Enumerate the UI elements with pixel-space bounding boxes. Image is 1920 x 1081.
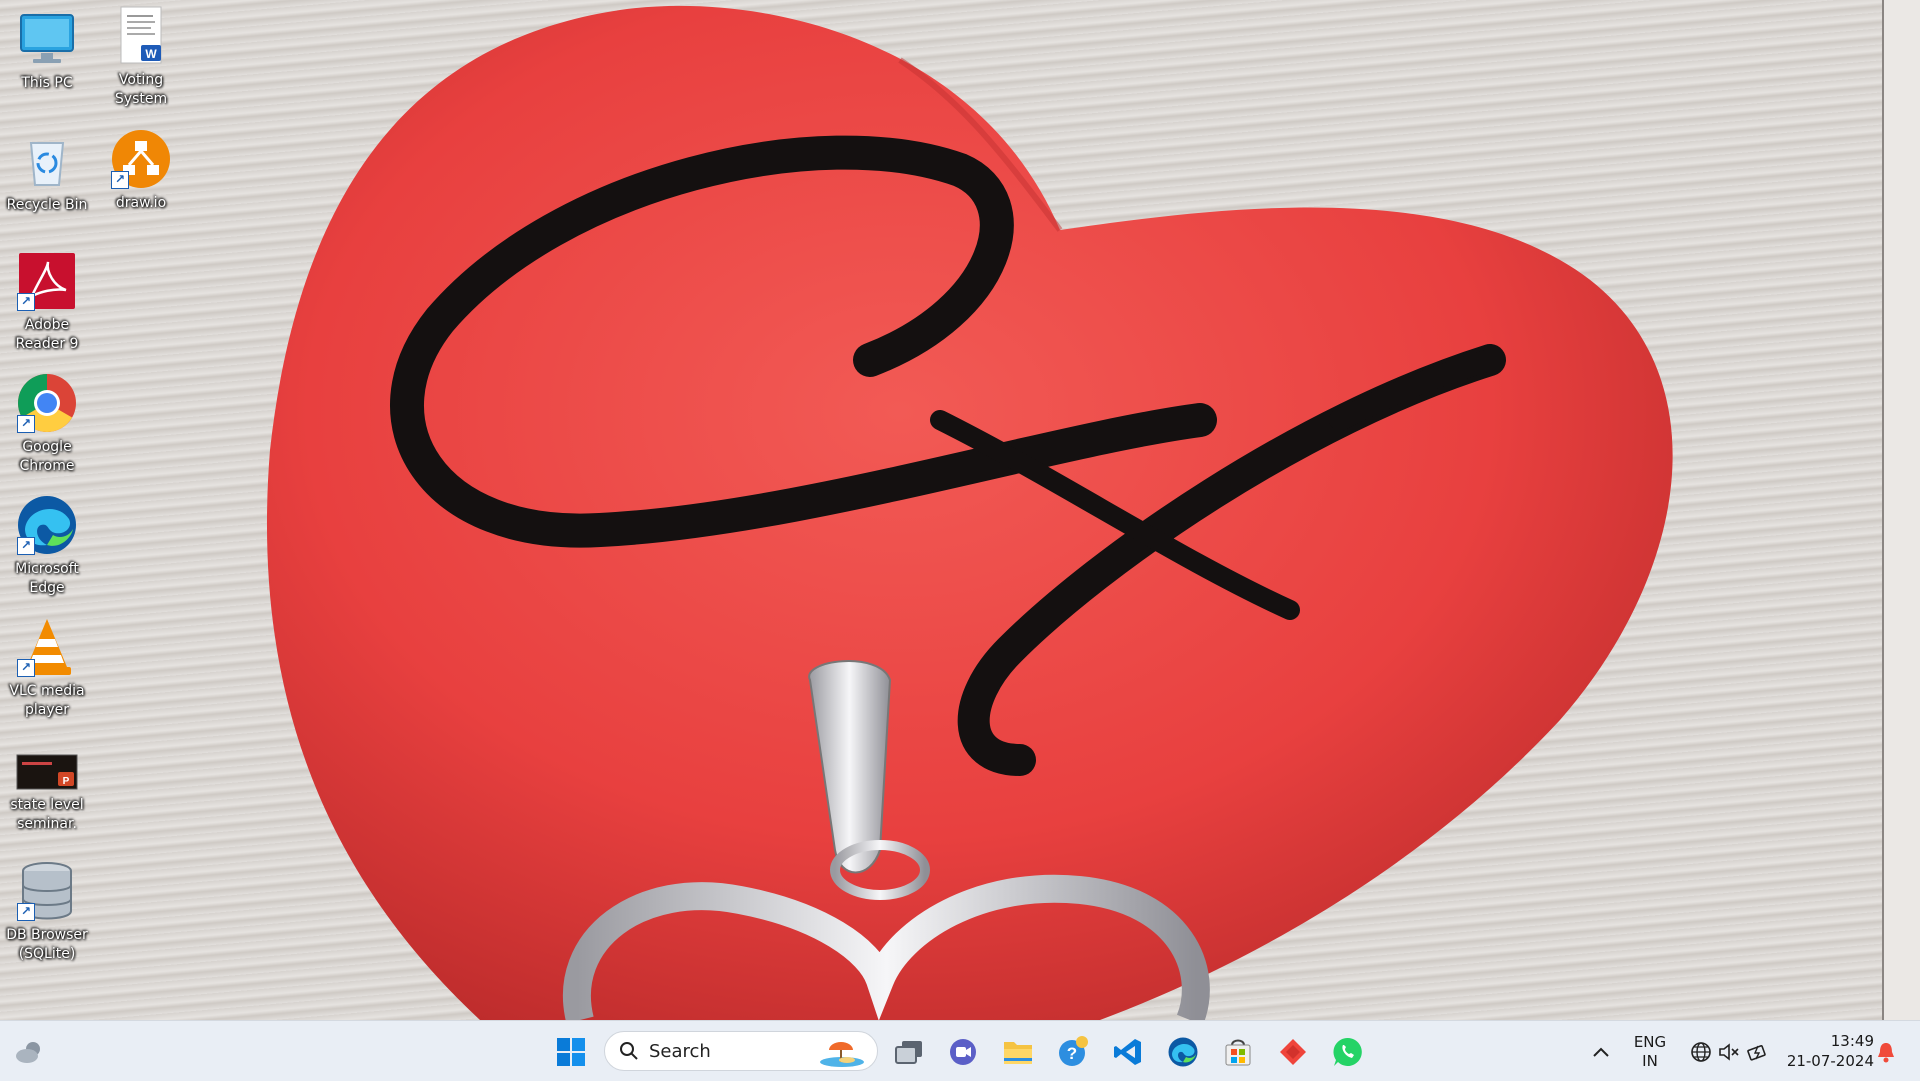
powerpoint-file-icon: P (16, 752, 78, 792)
search-placeholder: Search (649, 1040, 711, 1062)
battery-charging-icon (1747, 1045, 1766, 1061)
file-explorer-button[interactable] (997, 1031, 1039, 1073)
desktop-icon-label: draw.io (115, 195, 167, 211)
edge-taskbar-button[interactable] (1162, 1031, 1204, 1073)
desktop-icon-google-chrome[interactable]: ↗ Google Chrome (1, 372, 93, 476)
teams-chat-button[interactable] (942, 1031, 984, 1073)
svg-text:W: W (145, 47, 157, 61)
region-label: IN (1642, 1052, 1658, 1070)
weather-cloud-icon (16, 1042, 40, 1063)
edge-icon (1168, 1037, 1198, 1067)
word-document-icon: W (110, 5, 172, 67)
task-view-icon (895, 1041, 922, 1064)
task-view-button[interactable] (888, 1031, 930, 1073)
vscode-icon (1114, 1039, 1141, 1065)
network-globe-icon (1691, 1042, 1711, 1062)
shortcut-arrow-icon: ↗ (111, 171, 129, 189)
notification-center-button[interactable] (1866, 1031, 1906, 1073)
desktop-icon-vlc[interactable]: ↗ VLC media player (1, 616, 93, 720)
language-label: ENG (1633, 1033, 1667, 1051)
input-language-indicator[interactable]: ENG IN (1628, 1033, 1672, 1071)
desktop-icon-label: Microsoft Edge (15, 561, 79, 596)
get-help-button[interactable]: ? (1052, 1031, 1094, 1073)
chrome-icon: ↗ (16, 372, 78, 434)
show-hidden-icons-button[interactable] (1580, 1031, 1622, 1073)
teams-chat-icon (950, 1039, 976, 1065)
anydesk-icon (1280, 1039, 1306, 1065)
whatsapp-icon (1333, 1037, 1362, 1066)
shortcut-arrow-icon: ↗ (17, 537, 35, 555)
desktop-icon-label: Google Chrome (19, 439, 75, 474)
svg-text:P: P (63, 776, 70, 787)
desktop-icon-state-level-seminar[interactable]: P state level seminar. (1, 752, 93, 834)
search-input[interactable]: Search (604, 1031, 878, 1071)
store-icon (1225, 1039, 1251, 1066)
microsoft-store-button[interactable] (1217, 1031, 1259, 1073)
desktop-icon-label: state level seminar. (10, 797, 84, 832)
weather-widget-button[interactable] (8, 1031, 50, 1073)
database-icon: ↗ (16, 860, 78, 922)
start-icon (557, 1038, 585, 1066)
file-explorer-icon (1004, 1042, 1032, 1064)
desktop-icon-adobe-reader[interactable]: ↗ Adobe Reader 9 (1, 250, 93, 354)
desktop-icon-label: Voting System (114, 72, 168, 107)
desktop-icon-voting-system[interactable]: W Voting System (95, 5, 187, 109)
shortcut-arrow-icon: ↗ (17, 293, 35, 311)
desktop-icon-label: Adobe Reader 9 (15, 317, 79, 352)
get-help-icon: ? (1059, 1036, 1088, 1066)
wallpaper-edge (1882, 0, 1920, 1020)
clock[interactable]: 13:49 21-07-2024 (1780, 1031, 1874, 1071)
anydesk-button[interactable] (1272, 1031, 1314, 1073)
chevron-up-icon (1593, 1047, 1609, 1057)
vscode-button[interactable] (1107, 1031, 1149, 1073)
shortcut-arrow-icon: ↗ (17, 903, 35, 921)
desktop-icon-label: This PC (21, 75, 73, 91)
desktop-icon-this-pc[interactable]: This PC (1, 8, 93, 93)
quick-settings-button[interactable] (1680, 1031, 1780, 1073)
svg-text:?: ? (1067, 1044, 1077, 1063)
clock-date: 21-07-2024 (1786, 1052, 1874, 1070)
whatsapp-button[interactable] (1327, 1031, 1369, 1073)
desktop-icon-drawio[interactable]: ↗ draw.io (95, 128, 187, 213)
search-highlight-beach-icon (820, 1042, 864, 1067)
drawio-icon: ↗ (110, 128, 172, 190)
desktop[interactable]: This PC W Voting System Recycle Bin ↗ dr… (0, 0, 1920, 1020)
adobe-reader-icon: ↗ (16, 250, 78, 312)
start-button[interactable] (550, 1031, 592, 1073)
clock-time: 13:49 (1830, 1032, 1874, 1050)
shortcut-arrow-icon: ↗ (17, 659, 35, 677)
recycle-bin-icon (16, 130, 78, 192)
desktop-icon-recycle-bin[interactable]: Recycle Bin (1, 130, 93, 215)
edge-icon: ↗ (16, 494, 78, 556)
search-icon (620, 1042, 638, 1060)
volume-muted-icon (1719, 1043, 1739, 1061)
desktop-icon-label: Recycle Bin (6, 197, 88, 213)
desktop-icon-label: DB Browser (SQLite) (6, 927, 88, 962)
desktop-icon-label: VLC media player (9, 683, 85, 718)
desktop-icon-db-browser[interactable]: ↗ DB Browser (SQLite) (1, 860, 93, 964)
wallpaper (267, 5, 1673, 1020)
notification-bell-icon (1878, 1043, 1894, 1063)
monitor-icon (16, 8, 78, 70)
shortcut-arrow-icon: ↗ (17, 415, 35, 433)
desktop-icon-microsoft-edge[interactable]: ↗ Microsoft Edge (1, 494, 93, 598)
taskbar: Search ? ENG IN 13:49 21-07-2024 (0, 1020, 1920, 1081)
vlc-icon: ↗ (16, 616, 78, 678)
